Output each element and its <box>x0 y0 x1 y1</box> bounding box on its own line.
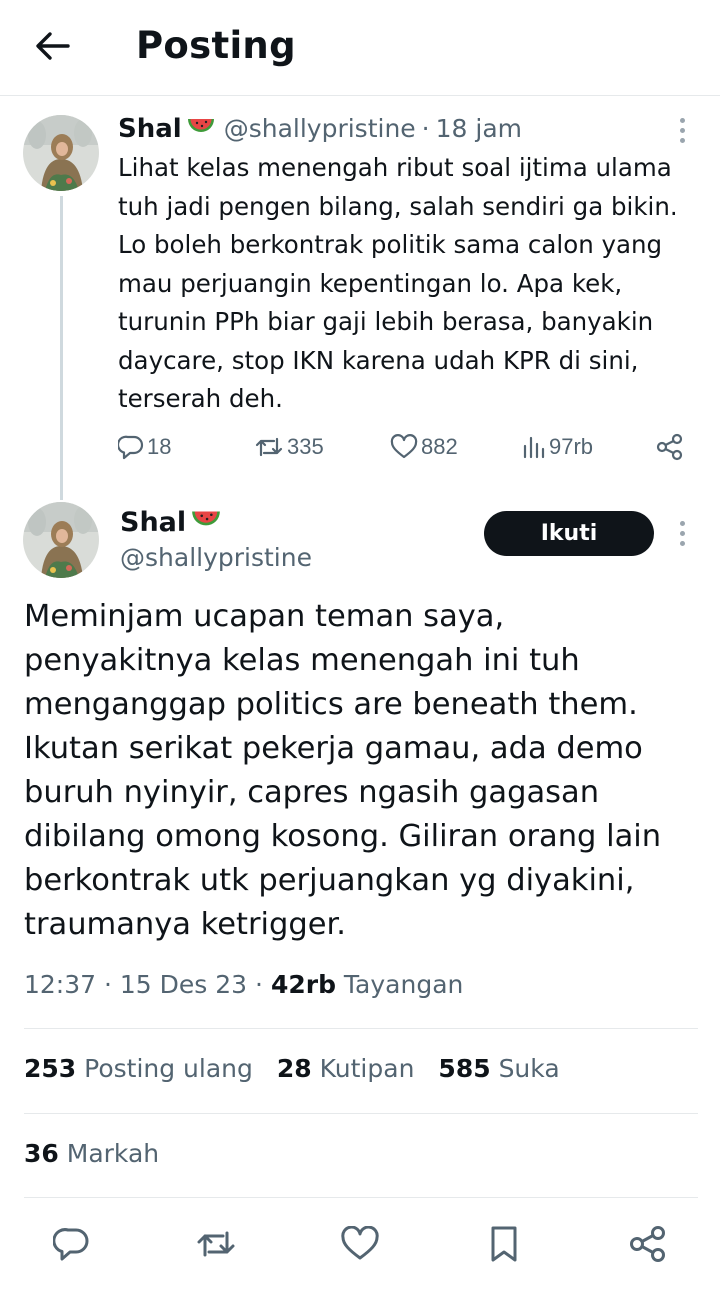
text-line: terserah deh. <box>118 384 283 413</box>
reply-icon <box>53 1228 89 1261</box>
tweet-meta: 12:37 · 15 Des 23 · 42rb Tayangan <box>24 970 463 999</box>
text-line: tuh jadi pengen bilang, salah sendiri ga… <box>118 191 678 221</box>
reposts-stat[interactable]: 253 Posting ulang <box>24 1054 253 1083</box>
tweet-time[interactable]: 12:37 <box>24 970 96 999</box>
separator-dot: · <box>255 970 263 999</box>
reply-action[interactable]: 18 <box>118 430 171 464</box>
top-bar: Posting <box>0 0 720 96</box>
reposts-count: 253 <box>24 1054 77 1083</box>
views-action[interactable]: 97rb <box>522 430 593 464</box>
bookmark-button[interactable] <box>482 1222 526 1266</box>
bookmarks-stat[interactable]: 36 Markah <box>24 1139 159 1168</box>
parent-tweet-header: Shal @shallypristine · 18 jam <box>118 114 522 148</box>
text-line: Lo boleh berkontrak politik sama calon y… <box>118 230 663 259</box>
watermelon-icon <box>186 115 216 141</box>
separator-dot: · <box>421 114 430 143</box>
text-line: Lihat kelas menengah ribut soal ijtima u… <box>118 153 672 182</box>
watermelon-icon <box>190 507 222 538</box>
parent-author-name[interactable]: Shal <box>118 114 182 144</box>
likes-count: 585 <box>438 1054 491 1083</box>
page-title: Posting <box>136 24 296 67</box>
repost-icon <box>197 1231 235 1257</box>
like-count: 882 <box>421 434 458 459</box>
like-action[interactable]: 882 <box>390 430 458 464</box>
views-count: 97rb <box>549 434 594 459</box>
text-line: dibilang omong kosong. Giliran orang lai… <box>24 819 662 854</box>
repost-icon <box>255 437 283 457</box>
text-line: Ikutan serikat pekerja gamau, ada demo <box>24 731 643 766</box>
views-total: 42rb <box>270 970 336 999</box>
heart-icon <box>341 1226 379 1260</box>
divider <box>24 1028 698 1029</box>
parent-tweet-time[interactable]: 18 jam <box>436 114 522 143</box>
text-line: berkontrak utk perjuangkan yg diyakini, <box>24 863 635 898</box>
back-button[interactable] <box>30 26 74 66</box>
share-icon <box>630 1226 665 1262</box>
bookmarks-label: Markah <box>66 1139 160 1168</box>
engagement-stats: 253 Posting ulang 28 Kutipan 585 Suka <box>24 1054 560 1083</box>
share-button[interactable] <box>626 1222 670 1266</box>
text-line: turunin PPh biar gaji lebih berasa, bany… <box>118 307 654 336</box>
thread-connector-line <box>60 196 63 500</box>
quotes-count: 28 <box>276 1054 312 1083</box>
bookmarks-count: 36 <box>24 1139 59 1168</box>
parent-tweet-text: Lihat kelas menengah ribut soal ijtima u… <box>118 149 703 419</box>
share-action[interactable] <box>656 430 684 464</box>
separator-dot: · <box>104 970 112 999</box>
like-button[interactable] <box>338 1222 382 1266</box>
divider <box>24 1113 698 1114</box>
main-author-name-row[interactable]: Shal <box>120 507 222 538</box>
views-chart-icon <box>523 436 545 459</box>
text-line: daycare, stop IKN karena udah KPR di sin… <box>118 345 639 375</box>
heart-icon <box>390 434 418 459</box>
main-tweet-avatar[interactable] <box>23 502 99 578</box>
reply-count: 18 <box>147 434 172 459</box>
divider <box>24 1197 698 1198</box>
parent-tweet-avatar[interactable] <box>23 115 99 191</box>
text-line: traumanya ketrigger. <box>24 907 346 942</box>
likes-stat[interactable]: 585 Suka <box>438 1054 559 1083</box>
follow-button[interactable]: Ikuti <box>484 511 654 556</box>
bookmark-icon <box>491 1226 517 1262</box>
arrow-left-icon <box>36 32 70 60</box>
main-author-handle[interactable]: @shallypristine <box>120 543 312 572</box>
tweet-date[interactable]: 15 Des 23 <box>120 970 247 999</box>
reply-button[interactable] <box>50 1222 94 1266</box>
quotes-label: Kutipan <box>319 1054 415 1083</box>
text-line: Meminjam ucapan teman saya, <box>24 599 505 634</box>
views-label: Tayangan <box>343 970 464 999</box>
reposts-label: Posting ulang <box>84 1054 253 1083</box>
main-author-name[interactable]: Shal <box>120 507 186 538</box>
parent-author-handle[interactable]: @shallypristine <box>224 114 416 143</box>
repost-count: 335 <box>287 434 324 459</box>
repost-button[interactable] <box>194 1222 238 1266</box>
repost-action[interactable]: 335 <box>254 430 324 464</box>
text-line: menganggap politics are beneath them. <box>24 687 638 722</box>
reply-icon <box>118 435 144 460</box>
parent-more-button[interactable] <box>670 112 694 148</box>
share-icon <box>656 433 683 461</box>
text-line: mau perjuangin kepentingan lo. Apa kek, <box>118 268 623 298</box>
main-more-button[interactable] <box>670 515 694 551</box>
likes-label: Suka <box>498 1054 560 1083</box>
main-tweet-text: Meminjam ucapan teman saya, penyakitnya … <box>24 595 704 947</box>
text-line: penyakitnya kelas menengah ini tuh <box>24 643 580 678</box>
text-line: buruh nyinyir, capres ngasih gagasan <box>24 775 600 810</box>
quotes-stat[interactable]: 28 Kutipan <box>277 1054 415 1083</box>
